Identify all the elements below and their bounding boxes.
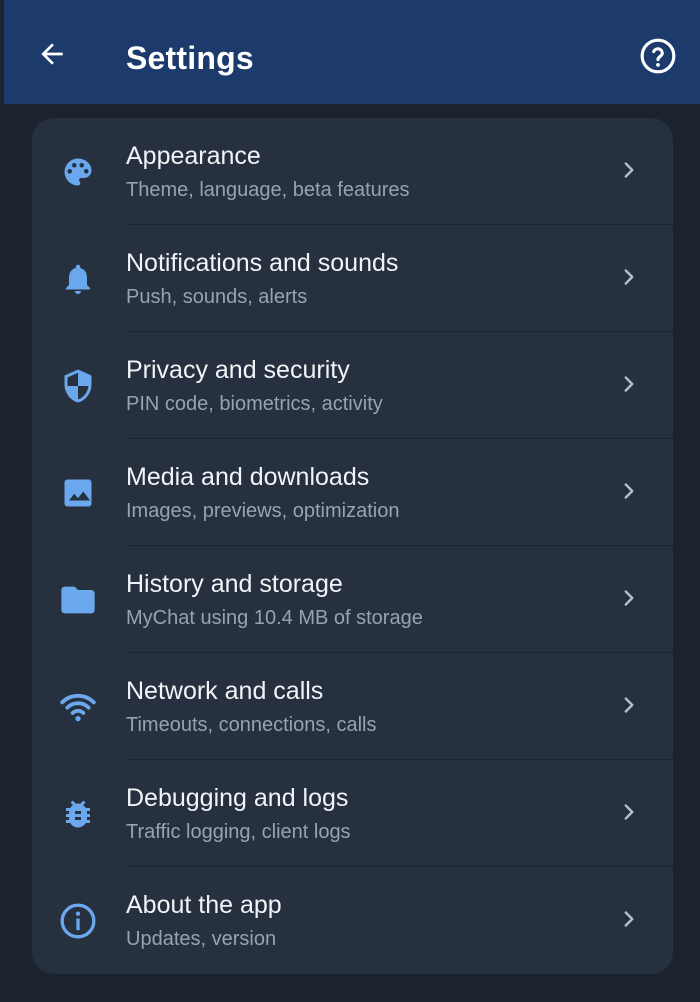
settings-item-subtitle: Push, sounds, alerts (126, 286, 308, 308)
settings-item-history[interactable]: History and storage MyChat using 10.4 MB… (32, 546, 673, 653)
settings-item-subtitle: Theme, language, beta features (126, 179, 410, 201)
image-icon (56, 471, 100, 515)
settings-item-about[interactable]: About the app Updates, version (32, 867, 673, 974)
settings-item-appearance[interactable]: Appearance Theme, language, beta feature… (32, 118, 673, 225)
chevron-right-icon (615, 798, 643, 826)
chevron-right-icon (615, 156, 643, 184)
settings-item-label: About the app (126, 891, 282, 919)
chevron-right-icon (615, 263, 643, 291)
folder-icon (56, 578, 100, 622)
settings-item-label: Notifications and sounds (126, 249, 399, 277)
settings-list: Appearance Theme, language, beta feature… (32, 118, 673, 974)
settings-item-media[interactable]: Media and downloads Images, previews, op… (32, 439, 673, 546)
settings-item-subtitle: PIN code, biometrics, activity (126, 393, 383, 415)
arrow-left-icon (41, 43, 63, 65)
chevron-right-icon (615, 691, 643, 719)
settings-item-debugging[interactable]: Debugging and logs Traffic logging, clie… (32, 760, 673, 867)
shield-icon (56, 364, 100, 408)
wifi-icon (56, 685, 100, 729)
settings-item-label: Debugging and logs (126, 784, 349, 812)
help-circle-icon (640, 38, 676, 74)
back-button[interactable] (30, 32, 74, 76)
settings-item-subtitle: Images, previews, optimization (126, 500, 400, 522)
settings-item-notifications[interactable]: Notifications and sounds Push, sounds, a… (32, 225, 673, 332)
settings-item-label: Appearance (126, 142, 261, 170)
chevron-right-icon (615, 584, 643, 612)
bell-icon (56, 257, 100, 301)
app-bar: Settings (4, 0, 700, 104)
settings-item-label: Network and calls (126, 677, 324, 705)
settings-item-network[interactable]: Network and calls Timeouts, connections,… (32, 653, 673, 760)
info-icon (56, 899, 100, 943)
chevron-right-icon (615, 905, 643, 933)
settings-item-privacy[interactable]: Privacy and security PIN code, biometric… (32, 332, 673, 439)
settings-item-label: Privacy and security (126, 356, 350, 384)
settings-item-subtitle: Updates, version (126, 928, 277, 950)
settings-item-label: Media and downloads (126, 463, 370, 491)
settings-screen: Settings Appearance Theme, language, bet… (0, 0, 700, 1002)
chevron-right-icon (615, 477, 643, 505)
page-title: Settings (126, 40, 254, 76)
palette-icon (56, 150, 100, 194)
help-button[interactable] (636, 34, 680, 78)
settings-item-label: History and storage (126, 570, 343, 598)
settings-item-subtitle: MyChat using 10.4 MB of storage (126, 607, 423, 629)
settings-item-subtitle: Traffic logging, client logs (126, 821, 351, 843)
bug-icon (56, 792, 100, 836)
settings-item-subtitle: Timeouts, connections, calls (126, 714, 377, 736)
chevron-right-icon (615, 370, 643, 398)
